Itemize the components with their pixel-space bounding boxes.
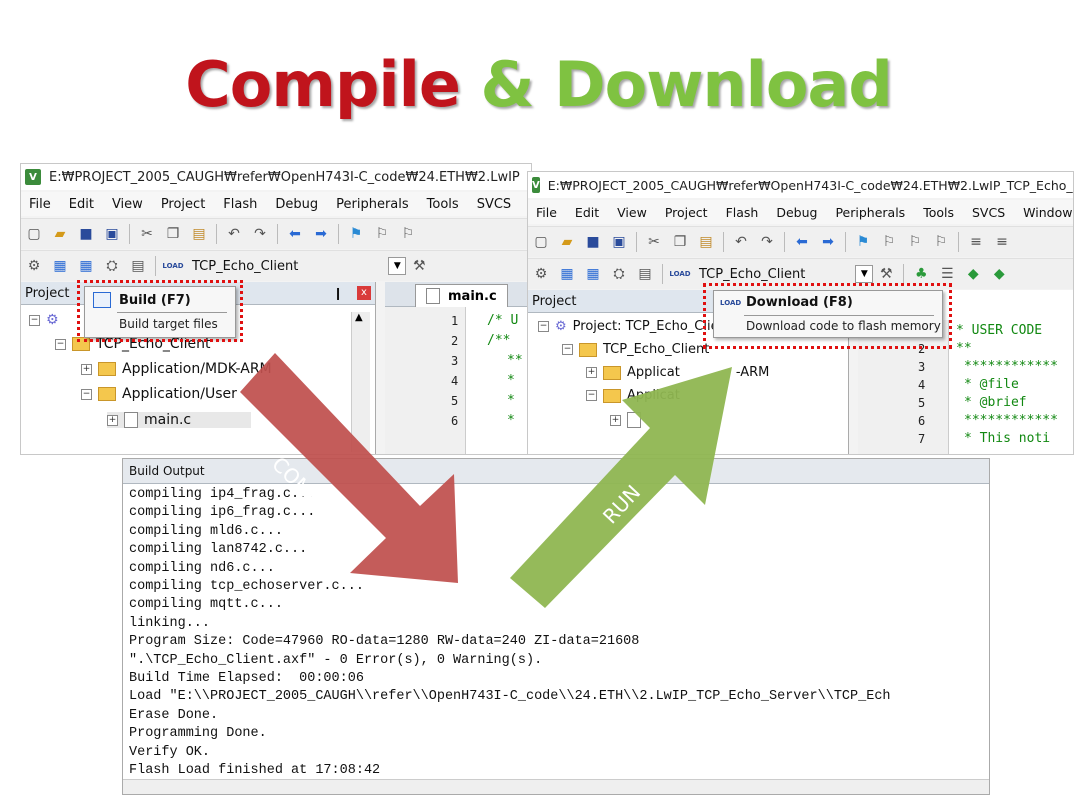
process-arrows — [240, 353, 732, 608]
